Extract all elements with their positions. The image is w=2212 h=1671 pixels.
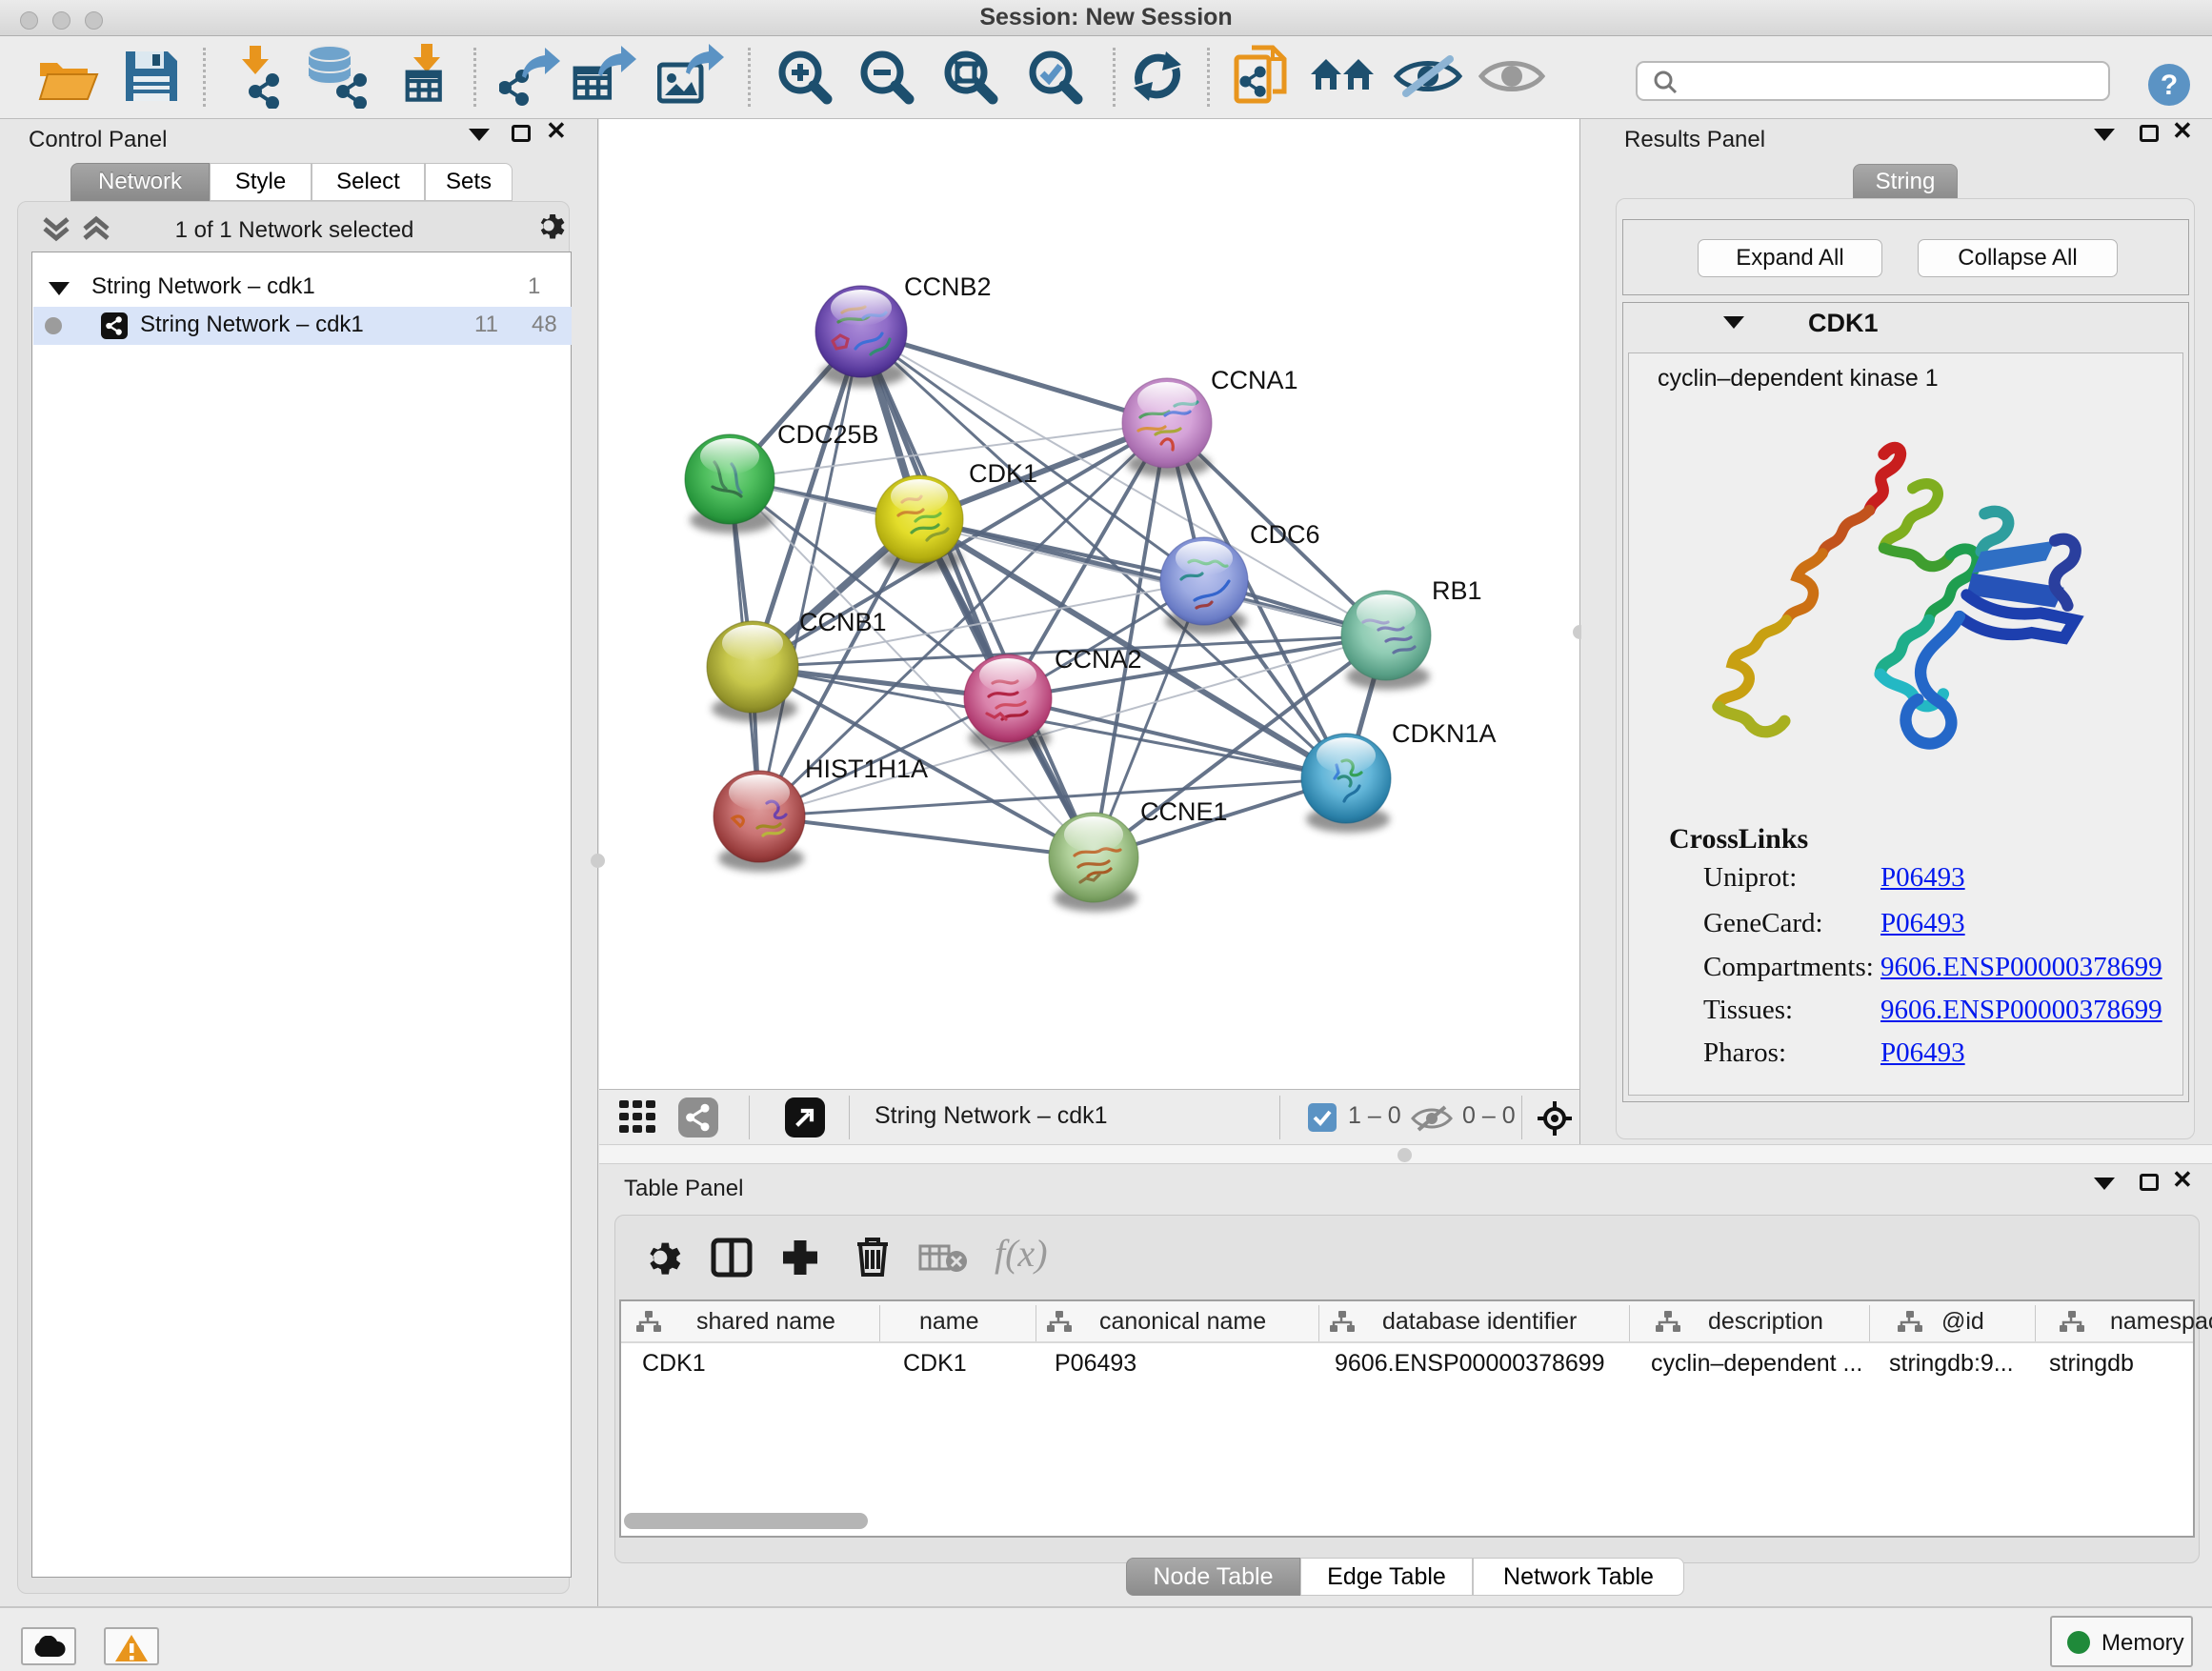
svg-text:CCNE1: CCNE1 — [1140, 797, 1228, 826]
svg-text:?: ? — [2161, 70, 2178, 101]
svg-text:CCNB2: CCNB2 — [904, 272, 992, 301]
svg-text:CCNA2: CCNA2 — [1055, 645, 1142, 674]
svg-text:CDK1: CDK1 — [969, 459, 1037, 488]
svg-text:CDKN1A: CDKN1A — [1392, 719, 1497, 748]
svg-text:CDC6: CDC6 — [1250, 520, 1320, 549]
svg-text:RB1: RB1 — [1432, 576, 1482, 605]
svg-text:CDC25B: CDC25B — [777, 420, 879, 449]
svg-text:CCNB1: CCNB1 — [799, 608, 887, 636]
svg-text:CCNA1: CCNA1 — [1211, 366, 1298, 394]
svg-text:HIST1H1A: HIST1H1A — [805, 755, 928, 783]
